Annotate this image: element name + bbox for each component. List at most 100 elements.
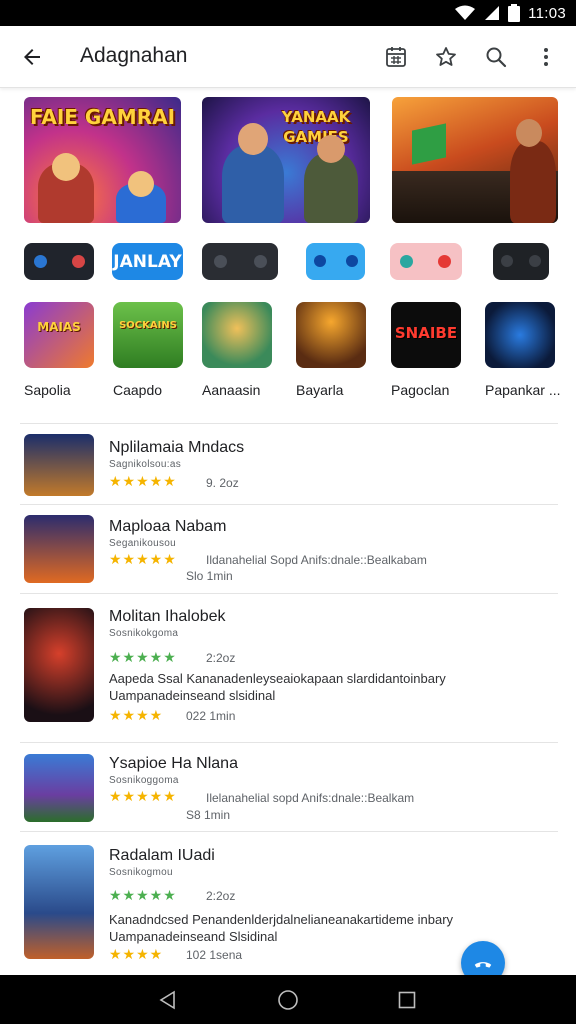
game-meta: Ilelanahelial sopd Anifs:dnale::Bealkam xyxy=(206,791,415,805)
game-thumbnail xyxy=(24,754,94,822)
nav-recents-button[interactable] xyxy=(393,987,421,1013)
nav-home-button[interactable] xyxy=(274,987,302,1013)
game-subtitle: Sosnikoggoma xyxy=(109,775,179,786)
controller-chip-2[interactable]: JANLAY xyxy=(112,243,183,280)
featured-banner-1[interactable]: FAIE GAMRAI xyxy=(24,97,181,223)
controller-button xyxy=(400,255,413,268)
category-thumbnail xyxy=(202,302,272,368)
featured-banner-3[interactable] xyxy=(392,97,558,223)
category-thumbnail-text: MAIAS xyxy=(37,320,81,334)
game-thumbnail xyxy=(24,515,94,583)
banner-character-head xyxy=(516,119,542,147)
calendar-button[interactable] xyxy=(380,41,412,73)
category-thumbnail: SOCKAINS xyxy=(113,302,183,368)
controller-chip-6[interactable] xyxy=(493,243,549,280)
favorite-button[interactable] xyxy=(430,41,462,73)
banner-title: YANAAK GAMIES xyxy=(281,108,351,146)
game-meta: 2:2oz xyxy=(206,889,236,903)
nav-back-button[interactable] xyxy=(154,987,182,1013)
game-duration: S8 1min xyxy=(186,808,231,822)
star-outline-icon xyxy=(436,47,456,66)
search-icon xyxy=(486,47,507,68)
list-item[interactable]: Molitan Ihalobek Sosnikokgoma ★★★★★ 2:2o… xyxy=(20,594,558,742)
controller-button xyxy=(254,255,267,268)
category-label: Pagoclan xyxy=(391,382,450,398)
app-bar: Adagnahan xyxy=(0,26,576,88)
banner-character-head xyxy=(128,171,154,197)
game-title: Molitan Ihalobek xyxy=(109,608,226,625)
game-meta-secondary: 102 1sena xyxy=(186,948,243,962)
controller-button xyxy=(346,255,358,267)
category-label: Sapolia xyxy=(24,382,71,398)
banner-title: FAIE GAMRAI xyxy=(29,105,176,129)
controller-button xyxy=(34,255,47,268)
game-meta: Ildanahelial Sopd Anifs:dnale::Bealkabam xyxy=(206,553,427,567)
rating-stars: ★★★★★ xyxy=(109,473,177,489)
category-label: Papankar ... xyxy=(485,382,561,398)
game-duration: Slo 1min xyxy=(186,569,233,583)
banner-character-head xyxy=(52,153,80,181)
game-thumbnail xyxy=(24,845,94,959)
game-subtitle: Sosnikokgoma xyxy=(109,628,179,639)
game-title: Nplilamaia Mndacs xyxy=(109,439,245,456)
banner-character xyxy=(510,141,556,223)
category-label: Caapdo xyxy=(113,382,163,398)
back-button[interactable] xyxy=(16,41,48,73)
featured-banners: FAIE GAMRAI YANAAK GAMIES xyxy=(24,97,558,225)
category-thumbnail-text: SNAIBE xyxy=(394,324,458,342)
battery-icon xyxy=(508,4,521,22)
game-description: Kanadndcsed Penandenlderjdalnelianeanaka… xyxy=(109,912,454,927)
status-icons: 11:03 xyxy=(454,3,566,23)
system-nav-bar xyxy=(0,975,576,1024)
featured-banner-2[interactable]: YANAAK GAMIES xyxy=(202,97,370,223)
controller-button xyxy=(529,255,541,267)
more-options-button[interactable] xyxy=(530,41,562,73)
controller-button xyxy=(314,255,326,267)
list-item[interactable]: Ysapioe Ha Nlana Sosnikoggoma ★★★★★ Ilel… xyxy=(20,743,558,831)
category-tile-6[interactable]: Papankar ... xyxy=(485,302,561,398)
category-tile-2[interactable]: SOCKAINS Caapdo xyxy=(113,302,185,398)
controller-chip-4[interactable] xyxy=(306,243,365,280)
status-time: 11:03 xyxy=(528,4,566,22)
game-meta: 2:2oz xyxy=(206,651,236,665)
category-tile-1[interactable]: MAIAS Sapolia xyxy=(24,302,96,398)
arrow-left-icon xyxy=(24,49,40,65)
controller-chip-3[interactable] xyxy=(202,243,278,280)
wifi-icon xyxy=(455,5,476,20)
rating-stars-secondary: ★★★★ xyxy=(109,946,164,962)
banner-screen xyxy=(412,123,446,165)
app-actions xyxy=(380,41,562,73)
game-thumbnail xyxy=(24,608,94,722)
category-row: MAIAS Sapolia SOCKAINS Caapdo Aanaasin B… xyxy=(24,302,564,402)
rating-stars: ★★★★★ xyxy=(109,887,177,903)
banner-character xyxy=(222,145,284,223)
category-thumbnail xyxy=(296,302,366,368)
game-title: Ysapioe Ha Nlana xyxy=(109,755,238,772)
category-tile-4[interactable]: Bayarla xyxy=(296,302,368,398)
controller-chip-5[interactable] xyxy=(390,243,462,280)
controller-chip-1[interactable] xyxy=(24,243,94,280)
signal-icon xyxy=(485,6,500,20)
game-description: Aapeda Ssal Kananadenleyseaiokapaan slar… xyxy=(109,671,446,686)
triangle-back-icon xyxy=(159,990,175,1010)
list-item[interactable]: Maploaa Nabam Seganikousou ★★★★★ Ildanah… xyxy=(20,505,558,593)
rating-stars: ★★★★★ xyxy=(109,788,177,804)
banner-character xyxy=(304,153,358,223)
page-title: Adagnahan xyxy=(80,44,188,67)
phone-icon xyxy=(474,962,492,968)
search-button[interactable] xyxy=(480,41,512,73)
game-meta: 9. 2oz xyxy=(206,476,239,490)
list-item[interactable]: Nplilamaia Mndacs Sagnikolsou:as ★★★★★ 9… xyxy=(20,424,558,504)
rating-stars: ★★★★★ xyxy=(109,551,177,567)
game-list: Nplilamaia Mndacs Sagnikolsou:as ★★★★★ 9… xyxy=(20,423,558,972)
category-tile-3[interactable]: Aanaasin xyxy=(202,302,274,398)
circle-home-icon xyxy=(278,990,298,1010)
square-recents-icon xyxy=(398,991,416,1009)
game-description-line2: Uampanadeinseand Slsidinal xyxy=(109,929,278,944)
category-label: Aanaasin xyxy=(202,382,261,398)
category-thumbnail: MAIAS xyxy=(24,302,94,368)
banner-character-head xyxy=(317,135,345,163)
category-tile-5[interactable]: SNAIBE Pagoclan xyxy=(391,302,463,398)
controller-button xyxy=(214,255,227,268)
category-label: Bayarla xyxy=(296,382,344,398)
